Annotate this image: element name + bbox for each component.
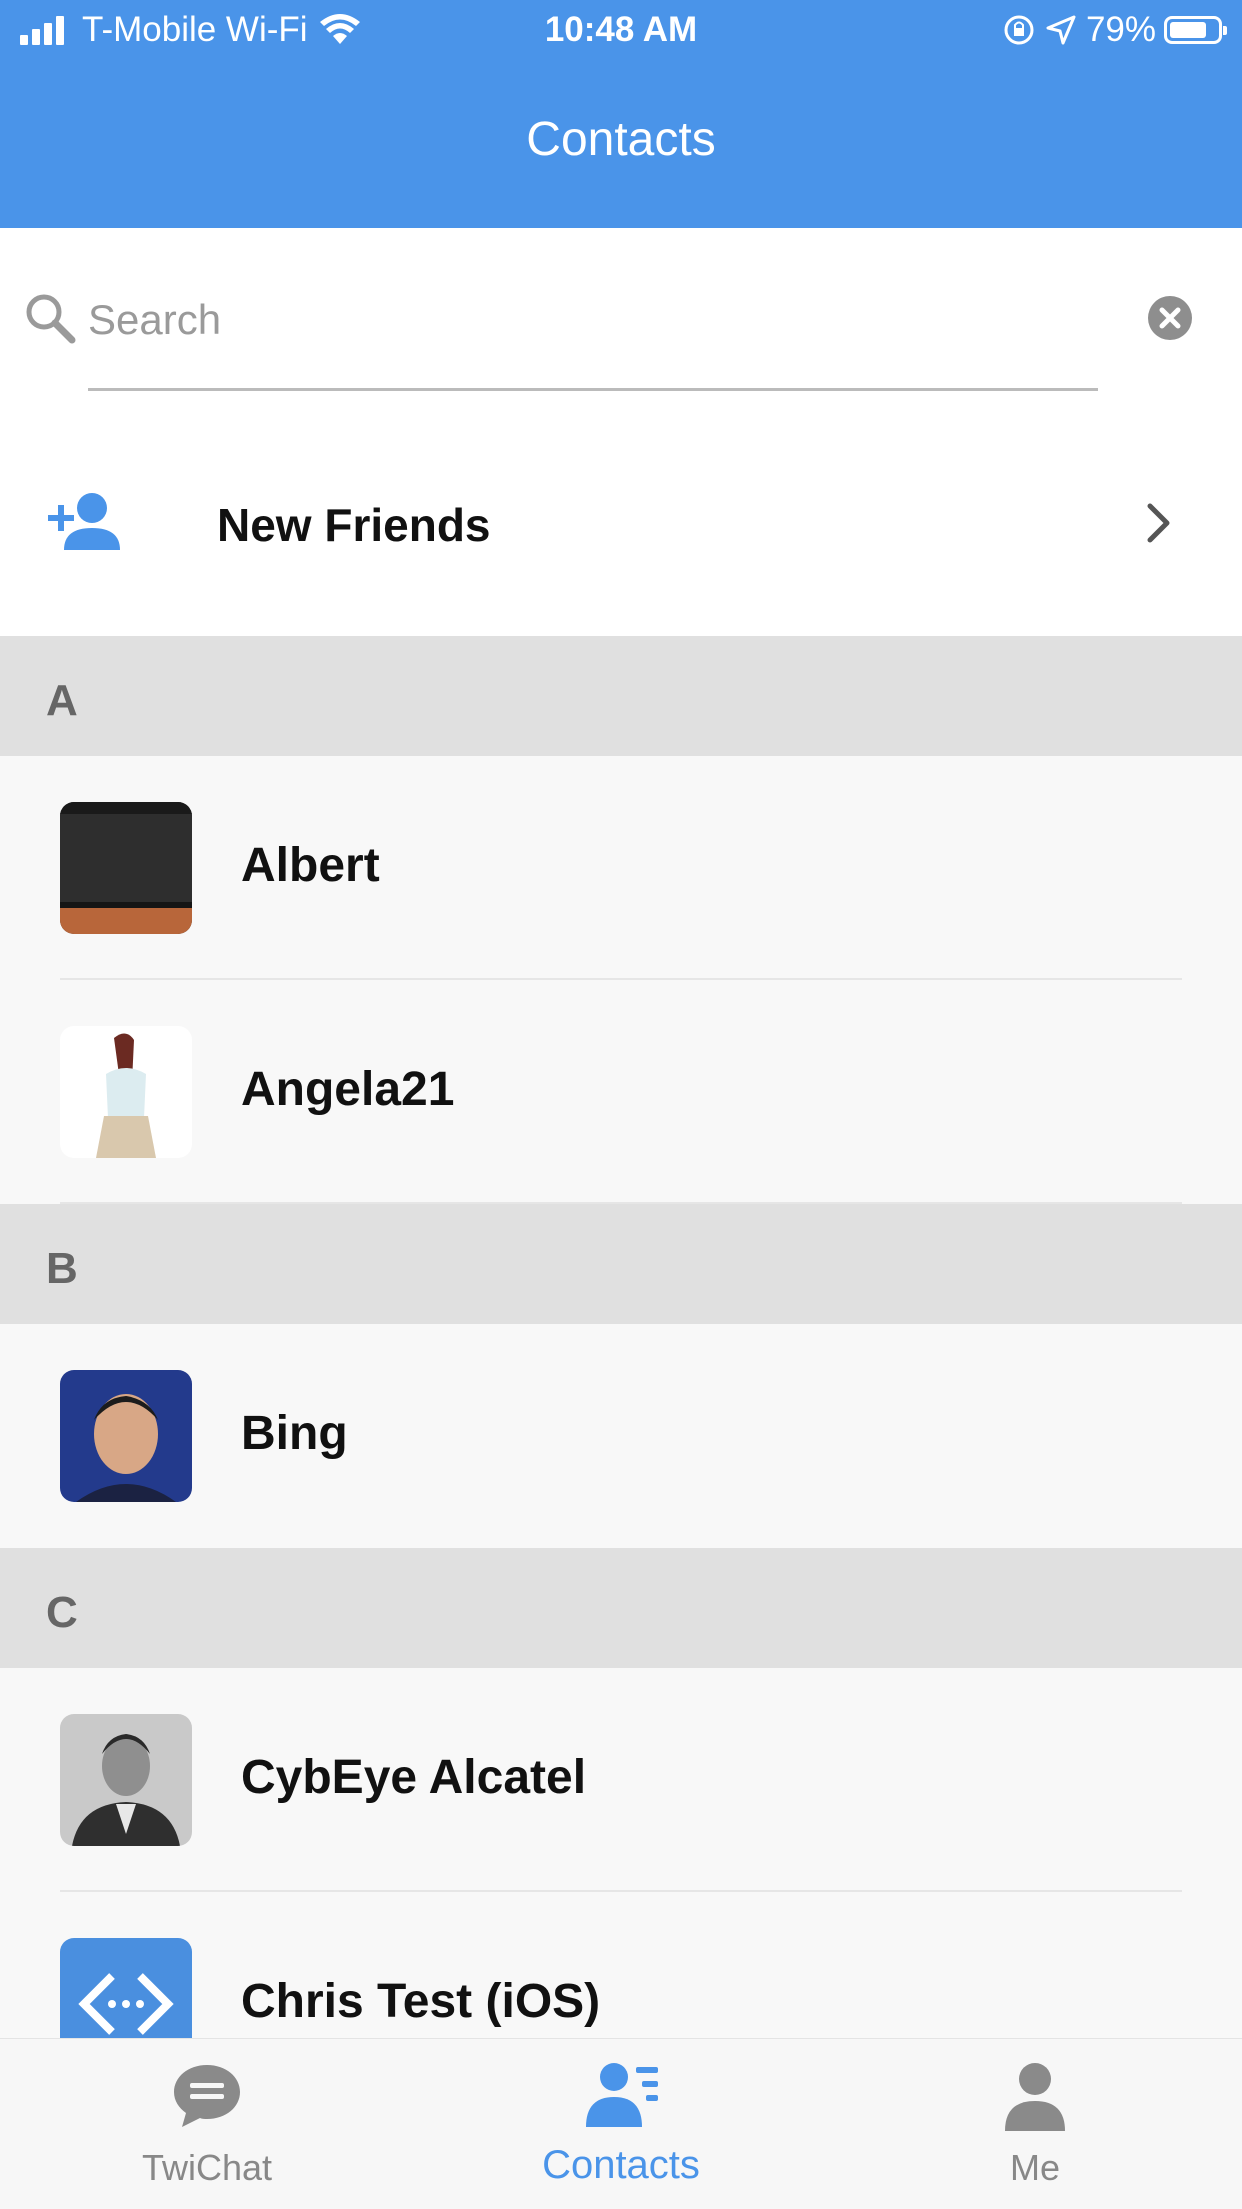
section-letter: A: [46, 676, 78, 725]
page-title: Contacts: [526, 113, 716, 166]
contact-row-albert[interactable]: Albert: [0, 756, 1242, 980]
contact-row-bing[interactable]: Bing: [0, 1324, 1242, 1548]
battery-icon: [1164, 16, 1227, 44]
avatar: [60, 1026, 192, 1158]
tab-label: Me: [1009, 2147, 1060, 2188]
section-letter: B: [46, 1244, 78, 1293]
tab-contacts[interactable]: Contacts: [414, 2039, 828, 2209]
section-header-c: C: [0, 1548, 1242, 1668]
contact-name: Angela21: [241, 1063, 455, 1116]
new-friends-row[interactable]: New Friends: [0, 428, 1242, 636]
contact-row-cybeye-alcatel[interactable]: CybEye Alcatel: [0, 1668, 1242, 1892]
tab-me[interactable]: Me: [828, 2039, 1242, 2209]
battery-percent: 79%: [1085, 10, 1156, 49]
chat-bubble-icon: [174, 2065, 240, 2127]
status-bar: T-Mobile Wi-Fi 10:48 AM 79%: [0, 0, 1242, 60]
contact-row-angela21[interactable]: Angela21: [0, 980, 1242, 1204]
person-icon: [1005, 2063, 1065, 2131]
search-bar: [0, 228, 1242, 428]
tab-label: Contacts: [542, 2143, 700, 2187]
tab-twichat[interactable]: TwiChat: [0, 2039, 414, 2209]
location-arrow-icon: [1046, 15, 1076, 45]
orientation-lock-icon: [1004, 15, 1034, 45]
new-friends-label: New Friends: [217, 499, 491, 551]
chevron-right-icon: [1147, 503, 1170, 543]
add-person-icon: [48, 493, 120, 550]
contact-name: Bing: [241, 1407, 348, 1460]
contact-name: CybEye Alcatel: [241, 1751, 587, 1804]
search-input[interactable]: [88, 292, 1098, 348]
contacts-icon: [586, 2063, 658, 2127]
section-letter: C: [46, 1588, 78, 1637]
avatar: [60, 1714, 192, 1846]
search-icon: [26, 294, 76, 344]
contact-name: Albert: [241, 839, 380, 892]
section-header-b: B: [0, 1204, 1242, 1324]
contact-name: Chris Test (iOS): [241, 1975, 601, 2028]
tab-bar: TwiChat Contacts Me: [0, 2038, 1242, 2209]
avatar: [60, 802, 192, 934]
clear-search-icon[interactable]: [1148, 296, 1192, 340]
search-underline: [88, 388, 1098, 391]
status-right: 79%: [1002, 10, 1227, 50]
tab-label: TwiChat: [141, 2147, 273, 2188]
avatar: [60, 1370, 192, 1502]
section-header-a: A: [0, 636, 1242, 756]
app-header: T-Mobile Wi-Fi 10:48 AM 79% Contacts: [0, 0, 1242, 228]
